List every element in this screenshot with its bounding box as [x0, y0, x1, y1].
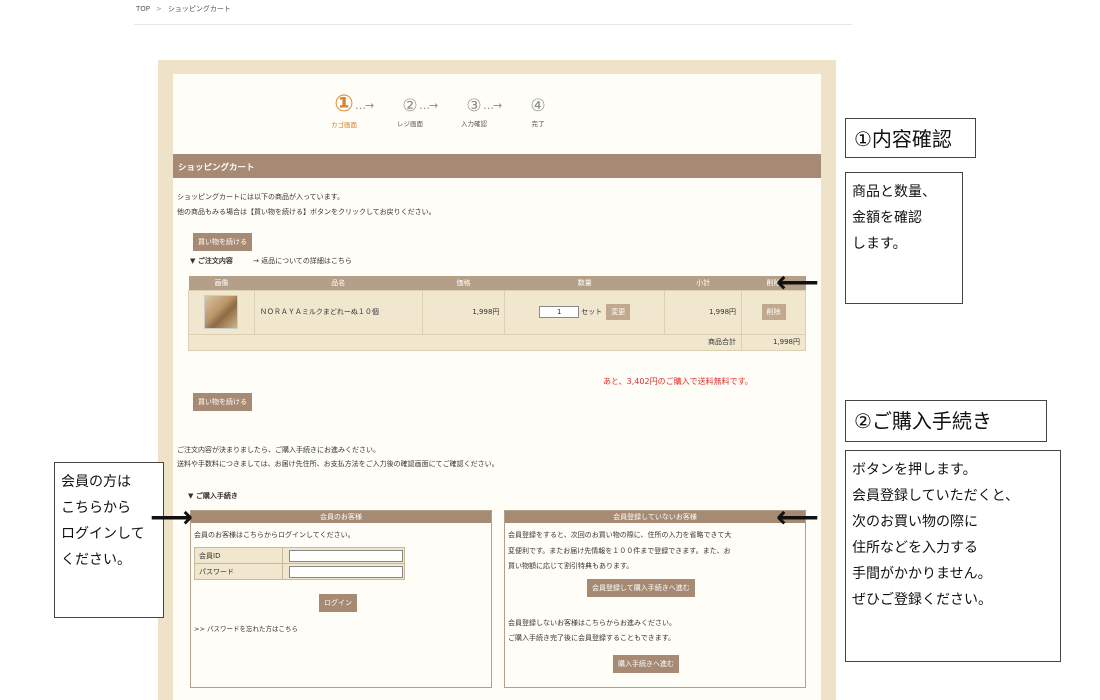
quantity-input[interactable]: 1	[539, 306, 580, 318]
proceed-text-1: ご注文内容が決まりましたら、ご購入手続きにお進みください。	[177, 446, 380, 454]
column-header-name: 品名	[254, 276, 423, 290]
change-quantity-button[interactable]: 変更	[606, 304, 631, 320]
callout-step2-line: 手間がかかりません。	[852, 566, 992, 582]
callout-step1-line: 金額を確認	[852, 210, 922, 226]
login-row-id: 会員ID	[194, 547, 405, 564]
member-id-cell	[282, 547, 405, 564]
callout-step2-line: ぜひご登録ください。	[852, 592, 992, 608]
item-image-cell	[188, 289, 255, 335]
cart-table: 画像 品名 価格 数量 小計 削除 ＮＯＲＡＹＡミルクまどれーぬ１０個 1,99…	[187, 276, 806, 351]
callout-step2-title: ②ご購入手続き	[845, 400, 1047, 442]
callout-step1-body: 商品と数量、 金額を確認 します。	[845, 172, 963, 304]
callout-member-body-text: 会員の方は こちらから ログインして ください。	[55, 463, 163, 579]
member-id-label: 会員ID	[194, 547, 283, 564]
breadcrumb-separator: >	[156, 5, 162, 13]
order-heading: ▼ ご注文内容	[190, 257, 233, 265]
item-qty-cell: 1 セット 変更	[504, 289, 666, 335]
delete-item-button[interactable]: 削除	[761, 304, 786, 320]
item-name[interactable]: ＮＯＲＡＹＡミルクまどれーぬ１０個	[253, 289, 423, 335]
callout-step2-line: ボタンを押します。	[852, 462, 977, 478]
member-panel-title: 会員のお客様	[191, 511, 491, 523]
breadcrumb-current: ショッピングカート	[167, 5, 231, 13]
intro-text-1: ショッピングカートには以下の商品が入っています。	[177, 193, 344, 201]
callout-step1-title-text: ①内容確認	[854, 127, 952, 151]
guest-panel-desc-5: ご購入手続き完了後に会員登録することもできます。	[508, 634, 676, 642]
purchase-heading: ▼ ご購入手続き	[188, 492, 238, 500]
callout-step2-line: 住所などを入力する	[852, 540, 978, 556]
callout-member-line: ログインして	[61, 526, 145, 542]
breadcrumb-home-link[interactable]: TOP	[136, 5, 150, 13]
left-arrow-icon: ⟵	[776, 265, 820, 300]
step-confirm-label: 入力確認	[461, 120, 487, 128]
login-row-password: パスワード	[194, 563, 405, 580]
callout-step1-line: します。	[852, 236, 907, 252]
continue-shopping-button[interactable]: 買い物を続ける	[193, 233, 252, 251]
header-divider	[134, 24, 852, 25]
continue-shopping-button-bottom[interactable]: 買い物を続ける	[193, 393, 252, 411]
forgot-password-link[interactable]: >> パスワードを忘れた方はこちら	[194, 623, 298, 633]
table-header-row: 画像 品名 価格 数量 小計 削除	[188, 276, 806, 290]
callout-step2-title-text: ②ご購入手続き	[854, 409, 992, 433]
proceed-text-2: 送料や手数料につきましては、お届け先住所、お支払方法をご入力後の確認画面にてご確…	[177, 460, 499, 468]
right-arrow-icon: ⟶	[150, 500, 194, 535]
guest-checkout-button[interactable]: 購入手続きへ進む	[613, 655, 679, 673]
guest-panel-title: 会員登録していないお客様	[505, 511, 805, 523]
callout-step1-line: 商品と数量、	[852, 184, 936, 200]
screenshot-root: TOP > ショッピングカート ① カゴ画面 …→ ② レジ画面 …→ ③ 入力確認…	[0, 0, 1100, 700]
guest-panel-desc-4: 会員登録しないお客様はこちらからお進みください。	[508, 619, 676, 627]
column-header-qty: 数量	[504, 276, 665, 290]
step-register-label: レジ画面	[397, 120, 423, 128]
guest-panel-desc-1: 会員登録をすると、次回のお買い物の際に、住所の入力を省略できて大	[508, 531, 732, 539]
table-row: ＮＯＲＡＹＡミルクまどれーぬ１０個 1,998円 1 セット 変更 1,998円 削…	[188, 289, 806, 335]
member-id-input[interactable]	[289, 549, 403, 562]
step-complete: ④ 完了	[518, 95, 558, 128]
callout-member-line: ください。	[61, 552, 131, 568]
callout-step1-title: ①内容確認	[845, 118, 976, 158]
register-and-checkout-button[interactable]: 会員登録して購入手続きへ進む	[587, 579, 695, 597]
item-price: 1,998円	[421, 289, 506, 335]
step-cart-label: カゴ画面	[331, 121, 357, 129]
returns-link[interactable]: → 返品についての詳細はこちら	[253, 256, 352, 266]
product-image[interactable]	[204, 295, 239, 329]
free-shipping-notice: あと、3,402円のご購入で送料無料です。	[603, 377, 753, 386]
page-title: ショッピングカート	[173, 154, 821, 178]
left-arrow-icon: ⟵	[776, 500, 820, 535]
total-row: 商品合計 1,998円	[187, 333, 806, 351]
member-panel-desc: 会員のお客様はこちらからログインしてください。	[194, 531, 355, 539]
password-input[interactable]	[289, 565, 403, 578]
callout-member-line: 会員の方は	[61, 474, 131, 490]
login-form: 会員ID パスワード	[194, 547, 405, 580]
callout-step2-line: 次のお買い物の際に	[852, 514, 978, 530]
intro-text-2: 他の商品もみる場合は【買い物を続ける】ボタンをクリックしてお戻りください。	[177, 208, 436, 216]
step-complete-number: ④	[530, 96, 546, 116]
column-header-subtotal: 小計	[664, 276, 742, 290]
login-button[interactable]: ログイン	[319, 594, 357, 612]
callout-member-line: こちらから	[61, 500, 131, 516]
total-value: 1,998円	[741, 333, 806, 351]
column-header-price: 価格	[422, 276, 505, 290]
guest-panel-desc-3: 買い物額に応じて割引特典もあります。	[508, 562, 634, 570]
column-header-image: 画像	[188, 276, 255, 290]
password-label: パスワード	[194, 563, 283, 580]
total-label: 商品合計	[187, 333, 743, 351]
guest-panel-desc-2: 変便利です。またお届け先情報を１００件まで登録できます。また、お	[508, 547, 731, 555]
callout-step2-body-text: ボタンを押します。 会員登録していただくと、 次のお買い物の際に 住所などを入力…	[846, 451, 1060, 619]
breadcrumb: TOP > ショッピングカート	[136, 4, 231, 14]
callout-member-login: 会員の方は こちらから ログインして ください。	[54, 462, 164, 618]
step-complete-label: 完了	[531, 120, 545, 128]
callout-step2-body: ボタンを押します。 会員登録していただくと、 次のお買い物の際に 住所などを入力…	[845, 450, 1061, 662]
step-arrow: …→	[419, 99, 438, 112]
step-arrow: …→	[355, 99, 374, 112]
callout-step2-line: 会員登録していただくと、	[852, 488, 1020, 504]
password-cell	[282, 563, 405, 580]
item-subtotal: 1,998円	[664, 289, 743, 335]
checkout-steps: ① カゴ画面 …→ ② レジ画面 …→ ③ 入力確認 …→ ④ 完了	[324, 90, 554, 140]
step-arrow: …→	[483, 99, 502, 112]
quantity-unit: セット	[581, 308, 603, 316]
callout-step1-body-text: 商品と数量、 金額を確認 します。	[846, 173, 962, 263]
